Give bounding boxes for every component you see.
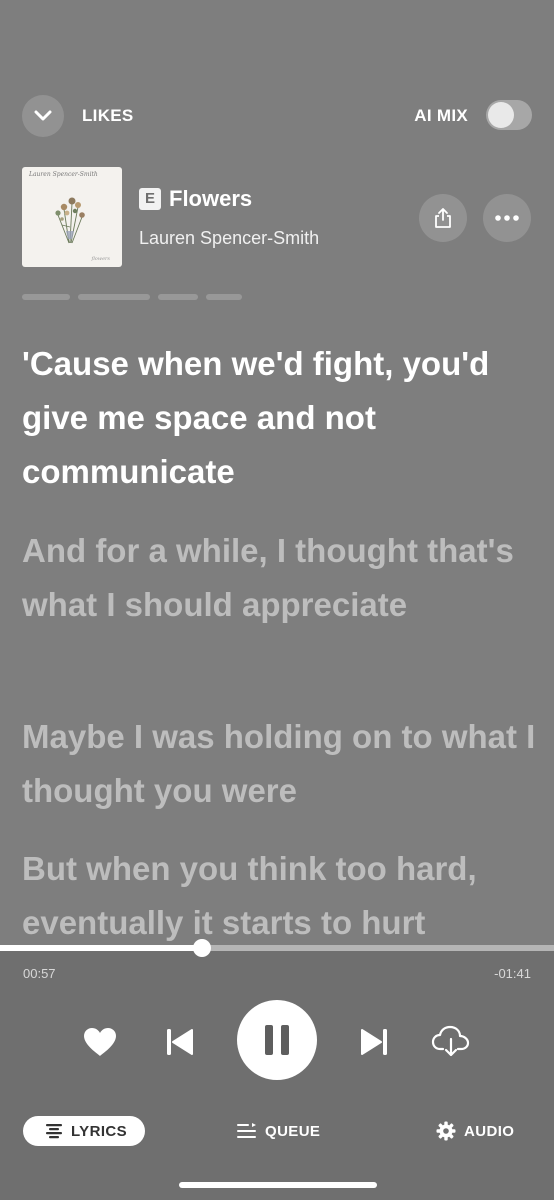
tab-lyrics-label: LYRICS (71, 1122, 128, 1140)
cloud-download-icon (431, 1025, 470, 1057)
elapsed-time: 00:57 (23, 966, 56, 981)
remaining-time: -01:41 (494, 966, 531, 981)
progress-bar[interactable] (0, 939, 554, 957)
queue-icon (237, 1123, 257, 1139)
album-art-footer: flowers (91, 256, 110, 262)
more-options-button[interactable] (483, 194, 531, 242)
previous-button[interactable] (160, 1022, 200, 1062)
tab-lyrics[interactable]: LYRICS (23, 1116, 146, 1146)
progress-fill (0, 945, 203, 951)
share-button[interactable] (419, 194, 467, 242)
heart-icon (84, 1028, 116, 1056)
tab-queue[interactable]: QUEUE (237, 1116, 320, 1146)
home-indicator[interactable] (179, 1182, 377, 1188)
lyric-line-current[interactable]: 'Cause when we'd fight, you'd give me sp… (22, 337, 537, 499)
lyric-line[interactable]: But when you think too hard, eventually … (22, 842, 537, 950)
download-button[interactable] (430, 1020, 472, 1062)
toggle-knob (488, 102, 514, 128)
skip-previous-icon (167, 1029, 193, 1055)
previous-lyric-faded (22, 288, 242, 304)
album-art[interactable]: Lauren Spencer-Smith flowers (22, 167, 122, 267)
more-icon (495, 215, 519, 221)
gear-icon (436, 1121, 456, 1141)
pause-button[interactable] (237, 1000, 317, 1080)
track-artist[interactable]: Lauren Spencer-Smith (139, 228, 319, 249)
ai-mix-toggle[interactable] (486, 100, 532, 130)
ai-mix-label: AI MIX (414, 106, 468, 125)
share-icon (435, 208, 451, 228)
like-button[interactable] (80, 1022, 120, 1062)
track-title[interactable]: Flowers (169, 186, 252, 212)
flower-bouquet-illustration (55, 197, 85, 244)
tab-audio-label: AUDIO (464, 1122, 515, 1140)
explicit-badge: E (139, 188, 161, 210)
tab-queue-label: QUEUE (265, 1122, 321, 1140)
next-button[interactable] (354, 1022, 394, 1062)
collapse-button[interactable] (22, 95, 64, 137)
chevron-down-icon (34, 110, 52, 121)
lyric-line[interactable]: Maybe I was holding on to what I thought… (22, 710, 537, 818)
lyric-line[interactable]: And for a while, I thought that's what I… (22, 524, 537, 632)
lyrics-icon (45, 1123, 63, 1139)
tab-audio[interactable]: AUDIO (436, 1116, 514, 1146)
skip-next-icon (361, 1029, 387, 1055)
playlist-title: LIKES (82, 106, 134, 125)
pause-icon (265, 1025, 289, 1055)
